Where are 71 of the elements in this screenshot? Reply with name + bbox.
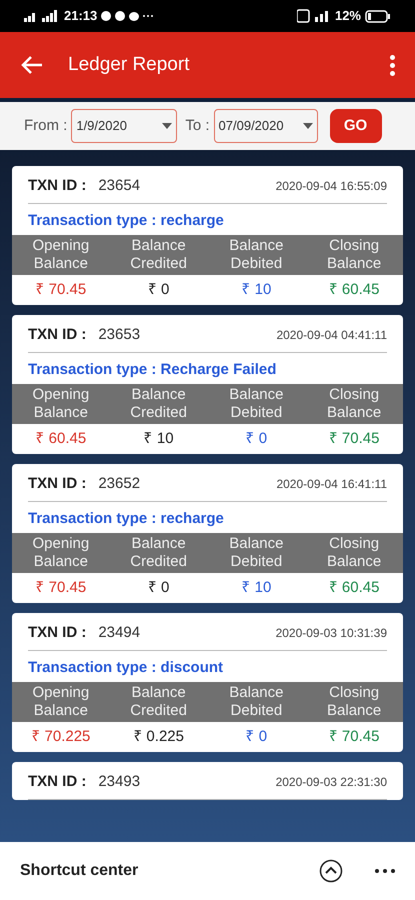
battery-icon: [365, 10, 391, 22]
dropdown-caret-icon: [302, 123, 313, 129]
column-header: Closing Balance: [326, 684, 382, 720]
amount-value: ₹ 70.225: [30, 726, 92, 746]
column-header: Balance Credited: [129, 236, 188, 272]
txn-id: 23493: [98, 772, 140, 792]
transaction-type: Transaction type : recharge: [28, 510, 224, 526]
txn-id: 23654: [98, 176, 140, 196]
column-header: Opening Balance: [32, 386, 90, 422]
txn-id-label: TXN ID :: [28, 176, 86, 196]
txn-datetime: 2020-09-03 10:31:39: [276, 625, 387, 642]
txn-datetime: 2020-09-03 22:31:30: [276, 774, 387, 792]
amount-value: ₹ 60.45: [328, 578, 380, 598]
notification-icon: [115, 11, 126, 21]
more-options-button[interactable]: [375, 869, 395, 873]
amount-value: ₹ 70.45: [34, 280, 88, 300]
network-icon: [296, 9, 331, 23]
txn-id-label: TXN ID :: [28, 325, 86, 345]
column-header: Closing Balance: [326, 386, 382, 422]
battery-percent: 12%: [334, 7, 361, 26]
amount-value: ₹ 0: [244, 726, 268, 746]
txn-id: 23652: [98, 474, 140, 494]
txn-datetime: 2020-09-04 16:55:09: [276, 178, 387, 196]
amount-value: ₹ 10: [240, 280, 272, 300]
txn-id-label: TXN ID :: [28, 772, 86, 792]
column-header: Closing Balance: [326, 236, 382, 272]
page-title: Ledger Report: [68, 52, 190, 77]
column-header: Balance Debited: [228, 684, 284, 720]
column-header: Balance Credited: [129, 386, 188, 422]
amount-value: ₹ 0: [146, 578, 170, 598]
go-button[interactable]: GO: [330, 109, 382, 143]
txn-id: 23494: [98, 623, 140, 643]
status-time: 21:13: [64, 7, 98, 26]
to-label: To :: [185, 116, 210, 136]
column-header: Opening Balance: [32, 534, 90, 570]
notification-icon: [101, 11, 112, 21]
amount-value: ₹ 0: [244, 428, 268, 448]
amount-value: ₹ 70.45: [328, 428, 380, 448]
back-button[interactable]: [20, 55, 44, 75]
txn-id-label: TXN ID :: [28, 623, 86, 643]
txn-datetime: 2020-09-04 16:41:11: [276, 476, 387, 494]
column-header: Balance Debited: [228, 236, 284, 272]
column-header: Balance Credited: [129, 534, 188, 570]
shortcut-title: Shortcut center: [20, 861, 140, 881]
column-header: Balance Credited: [129, 684, 188, 720]
column-header: Closing Balance: [326, 534, 382, 570]
amount-value: ₹ 60.45: [328, 280, 380, 300]
expand-up-button[interactable]: [319, 859, 343, 883]
amount-value: ₹ 70.45: [328, 726, 380, 746]
more-menu-button[interactable]: [390, 54, 395, 76]
column-header: Opening Balance: [32, 236, 90, 272]
column-header: Balance Debited: [228, 386, 284, 422]
transaction-type: Transaction type : discount: [28, 658, 224, 676]
amount-value: ₹ 0: [146, 280, 170, 300]
transaction-type: Transaction type : Recharge Failed: [28, 360, 276, 378]
amount-value: ₹ 0.225: [132, 726, 185, 746]
amount-value: ₹ 10: [240, 578, 272, 598]
amount-value: ₹ 70.45: [34, 578, 88, 598]
amount-value: ₹ 60.45: [34, 428, 88, 448]
txn-id: 23653: [98, 325, 140, 345]
column-header: Balance Debited: [228, 534, 284, 570]
txn-id-label: TXN ID :: [28, 474, 86, 494]
from-date-dropdown[interactable]: 1/9/2020: [71, 109, 178, 143]
amount-value: ₹ 10: [142, 428, 175, 448]
to-date-dropdown[interactable]: 07/09/2020: [214, 109, 318, 143]
column-header: Opening Balance: [32, 684, 90, 720]
txn-datetime: 2020-09-04 04:41:11: [276, 327, 387, 344]
transaction-type: Transaction type : recharge: [28, 212, 224, 228]
from-label: From :: [24, 116, 68, 136]
dropdown-caret-icon: [162, 123, 172, 129]
signal-icon: [24, 10, 60, 22]
